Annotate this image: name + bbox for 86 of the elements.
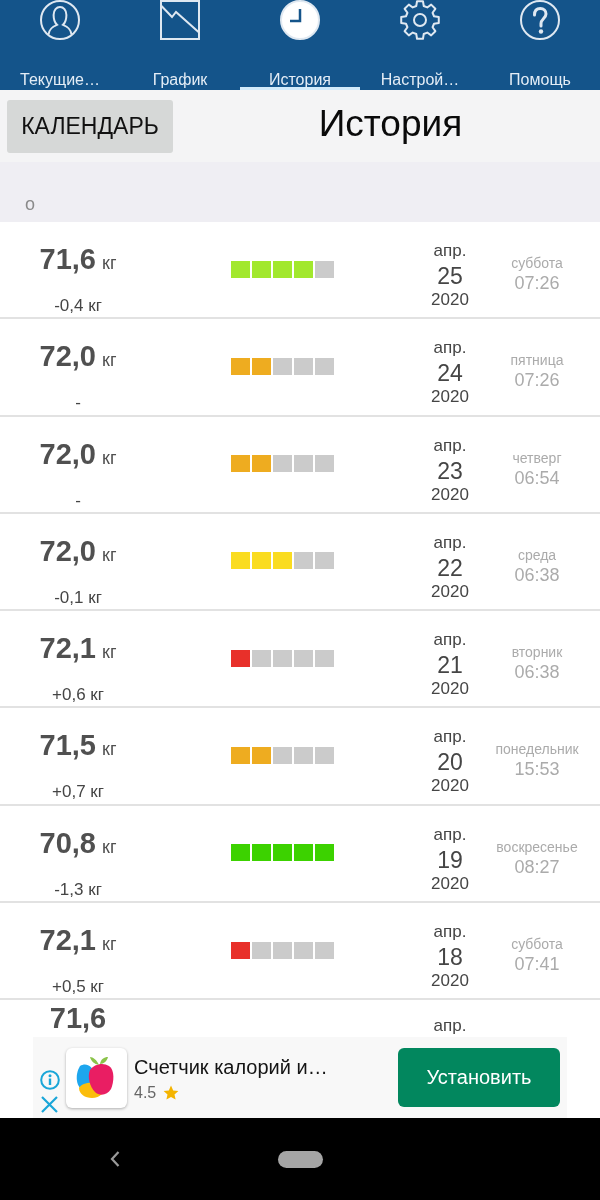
time-label: 08:27 <box>514 855 560 878</box>
weight-value: 71,6 <box>39 243 96 275</box>
weight-value: 72,1 <box>39 924 96 957</box>
date-year: 2020 <box>431 971 469 992</box>
weekday-label: суббота <box>511 935 563 954</box>
star-icon <box>163 1084 180 1101</box>
line-chart-icon <box>160 0 200 40</box>
install-button[interactable]: Установить <box>398 1048 560 1107</box>
time-label: 06:54 <box>514 466 560 489</box>
weight-change: +0,6 кг <box>52 684 104 707</box>
weekday-label: среда <box>517 545 557 564</box>
date-year: 2020 <box>431 873 469 894</box>
date-year: 2020 <box>431 679 469 700</box>
date-day: 18 <box>437 943 463 972</box>
time-label: 07:26 <box>514 369 560 392</box>
date-day: 25 <box>437 262 463 290</box>
time-label: 07:41 <box>514 953 560 976</box>
date-day: 19 <box>437 845 463 874</box>
weight-change: - <box>75 489 81 512</box>
date-year: 2020 <box>431 484 469 505</box>
weight-change: +0,5 кг <box>52 976 104 999</box>
rating-value: 4.5 <box>134 1082 157 1103</box>
settings-icon <box>400 0 440 40</box>
weekday-label: воскресенье <box>496 837 578 856</box>
weight-unit: кг <box>102 350 117 371</box>
weight-value: 72,1 <box>39 632 96 665</box>
date-month: апр. <box>433 823 467 846</box>
calendar-button[interactable]: КАЛЕНДАРЬ <box>7 100 173 153</box>
date-month: апр. <box>433 337 467 360</box>
date-day: 21 <box>437 651 463 680</box>
home-button[interactable] <box>278 1150 323 1168</box>
time-label: 06:38 <box>514 661 560 684</box>
app-title: Счетчик калорий и… <box>134 1054 329 1079</box>
date-month: апр. <box>433 726 467 749</box>
weight-value: 71,5 <box>39 729 96 762</box>
weight-unit: кг <box>102 836 117 857</box>
date-month: апр. <box>433 921 467 944</box>
weight-unit: кг <box>102 934 117 955</box>
weight-change: +0,7 кг <box>52 781 104 804</box>
weekday-label: пятница <box>510 351 564 370</box>
date-day: 23 <box>437 456 463 485</box>
date-month: апр. <box>433 240 467 262</box>
time-label: 15:53 <box>514 758 560 781</box>
weight-unit: кг <box>102 253 117 273</box>
weight-change: -1,3 кг <box>54 878 102 901</box>
weekday-label: четверг <box>512 448 562 467</box>
weight-unit: кг <box>102 447 117 468</box>
date-month: апр. <box>433 629 467 652</box>
date-day: 20 <box>437 748 463 777</box>
weight-unit: кг <box>102 544 117 565</box>
page-title: История <box>318 102 463 145</box>
weight-value: 70,8 <box>39 826 96 859</box>
info-icon[interactable] <box>39 1070 60 1090</box>
weight-value: 72,0 <box>39 437 96 470</box>
date-month: апр. <box>433 531 467 554</box>
tab[interactable]: Настрой… <box>360 0 480 90</box>
weight-change: - <box>75 392 81 415</box>
time-label: 06:38 <box>514 563 560 586</box>
close-icon[interactable] <box>41 1096 58 1113</box>
time-label: 07:26 <box>514 272 560 294</box>
date-year: 2020 <box>431 290 469 310</box>
date-day: 22 <box>437 553 463 582</box>
tab[interactable]: Помощь <box>480 0 600 90</box>
weekday-label: понедельник <box>495 740 579 759</box>
weight-value: 71,6 <box>49 1002 107 1035</box>
date-month: апр. <box>433 1015 467 1037</box>
date-year: 2020 <box>431 776 469 797</box>
date-year: 2020 <box>431 387 469 408</box>
date-day: 24 <box>437 359 463 388</box>
tab[interactable]: Текущие… <box>0 0 120 90</box>
date-year: 2020 <box>431 581 469 602</box>
weekday-label: суббота <box>511 254 563 272</box>
back-icon[interactable] <box>110 1151 120 1167</box>
section-label: о <box>25 194 35 214</box>
weekday-label: вторник <box>511 643 563 662</box>
apple-icon <box>66 1047 127 1108</box>
weight-unit: кг <box>102 739 117 760</box>
weight-change: -0,1 кг <box>54 586 102 609</box>
help-icon <box>520 0 560 40</box>
weight-change: -0,4 кг <box>54 295 102 317</box>
weight-value: 72,0 <box>39 340 96 373</box>
date-month: апр. <box>433 434 467 457</box>
weight-value: 72,0 <box>39 534 96 567</box>
weight-unit: кг <box>102 642 117 663</box>
user-icon <box>40 0 80 40</box>
tab[interactable]: График <box>120 0 240 90</box>
